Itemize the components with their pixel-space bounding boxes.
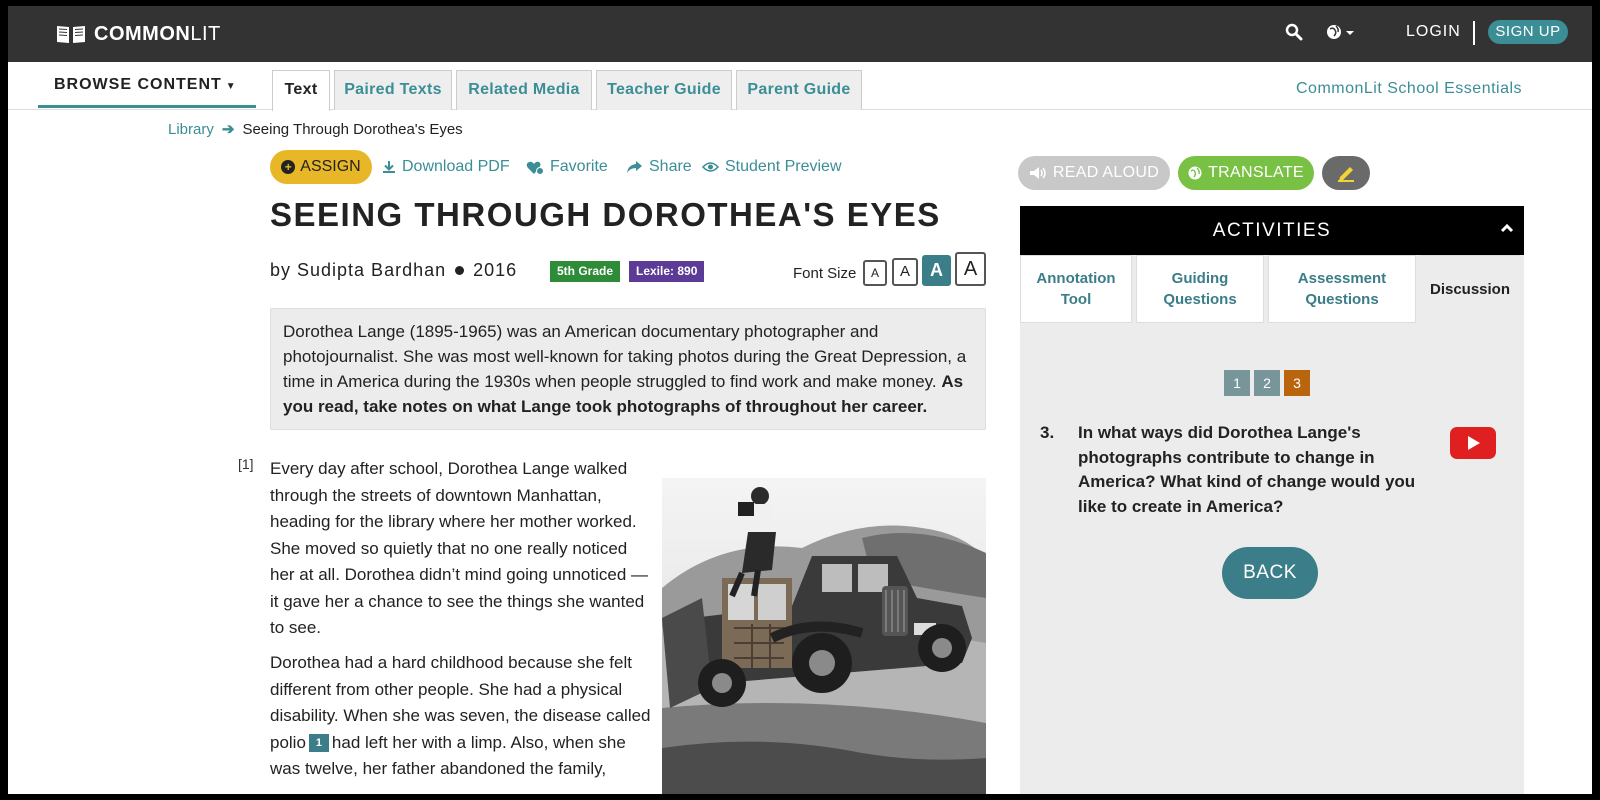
tab-teacher-guide[interactable]: Teacher Guide xyxy=(596,70,732,110)
tab-parent-guide[interactable]: Parent Guide xyxy=(736,70,862,110)
tab-text[interactable]: Text xyxy=(272,70,330,111)
grade-badge: 5th Grade xyxy=(550,261,621,282)
discussion-question: In what ways did Dorothea Lange's photog… xyxy=(1078,423,1416,516)
footnote-marker[interactable]: 1 xyxy=(308,734,329,753)
share-icon xyxy=(627,161,642,173)
student-preview-label: Student Preview xyxy=(725,158,842,175)
tab-assessment-questions[interactable]: Assessment Questions xyxy=(1268,255,1416,323)
student-preview-link[interactable]: Student Preview xyxy=(702,158,842,176)
dorothea-lange-car-photo xyxy=(662,478,986,794)
globe-language-icon[interactable] xyxy=(1326,23,1356,41)
question-number: 3. xyxy=(1040,423,1055,442)
text-title: SEEING THROUGH DOROTHEA'S EYES xyxy=(270,196,941,233)
assign-button[interactable]: + ASSIGN xyxy=(270,150,372,184)
plus-circle-icon: + xyxy=(281,160,296,174)
commonlit-logo[interactable]: COMMON LIT xyxy=(56,20,221,48)
logo-text-bold: COMMON xyxy=(94,22,191,45)
download-icon xyxy=(383,161,395,173)
font-size-xsmall-button[interactable]: A xyxy=(863,260,887,286)
page-3-button[interactable]: 3 xyxy=(1284,370,1310,396)
font-size-small-button[interactable]: A xyxy=(892,258,918,286)
paragraph-2: Dorothea had a hard childhood because sh… xyxy=(270,650,654,783)
breadcrumb: Library ➔ Seeing Through Dorothea's Eyes xyxy=(168,120,463,139)
favorite-label: Favorite xyxy=(550,158,608,175)
activities-header[interactable]: ACTIVITIES xyxy=(1020,206,1524,255)
page-frame: COMMON LIT LOGIN SIGN UP BROWSE CONTENT ▼ … xyxy=(8,6,1592,794)
tab-guiding-questions[interactable]: Guiding Questions xyxy=(1136,255,1264,323)
logo-text-light: LIT xyxy=(190,22,221,45)
publication-year: 2016 xyxy=(473,260,518,280)
intro-box: Dorothea Lange (1895-1965) was an Americ… xyxy=(270,308,986,430)
speaker-icon xyxy=(1029,167,1046,179)
download-pdf-link[interactable]: Download PDF xyxy=(382,158,510,176)
activities-panel: Annotation Tool Guiding Questions Assess… xyxy=(1020,255,1524,794)
search-icon[interactable] xyxy=(1285,23,1303,41)
favorite-icon xyxy=(526,161,544,175)
school-essentials-link[interactable]: CommonLit School Essentials xyxy=(1296,80,1522,98)
arrow-right-icon: ➔ xyxy=(221,121,235,138)
author: by Sudipta Bardhan xyxy=(270,260,447,280)
font-size-medium-button[interactable]: A xyxy=(922,255,951,286)
page-2-button[interactable]: 2 xyxy=(1254,370,1280,396)
top-bar: COMMON LIT LOGIN SIGN UP xyxy=(8,6,1592,62)
browse-content-menu[interactable]: BROWSE CONTENT ▼ xyxy=(38,62,256,108)
translate-label: TRANSLATE xyxy=(1208,164,1304,181)
read-aloud-label: READ ALOUD xyxy=(1052,164,1160,181)
back-button[interactable]: BACK xyxy=(1222,547,1318,599)
intro-text: Dorothea Lange (1895-1965) was an Americ… xyxy=(283,322,967,391)
translate-button[interactable]: TRANSLATE xyxy=(1178,156,1314,190)
browse-content-label: BROWSE CONTENT xyxy=(54,76,222,93)
paragraph-number: [1] xyxy=(238,456,254,472)
separator-dot xyxy=(455,266,465,275)
read-aloud-button[interactable]: READ ALOUD xyxy=(1018,156,1170,190)
youtube-play-button[interactable] xyxy=(1450,427,1496,459)
eye-icon xyxy=(702,162,719,172)
tab-paired-texts[interactable]: Paired Texts xyxy=(334,70,452,110)
font-size-large-button[interactable]: A xyxy=(955,252,986,286)
tab-discussion[interactable]: Discussion xyxy=(1420,255,1520,323)
page-1-button[interactable]: 1 xyxy=(1224,370,1250,396)
globe-icon xyxy=(1188,166,1202,180)
highlighter-pen-icon xyxy=(1338,167,1354,182)
activities-title: ACTIVITIES xyxy=(1212,220,1332,241)
download-pdf-label: Download PDF xyxy=(402,158,510,175)
content-nav: BROWSE CONTENT ▼ Text Paired Texts Relate… xyxy=(8,62,1592,111)
font-size-label: Font Size xyxy=(793,265,857,282)
header-divider xyxy=(1473,21,1475,45)
play-icon xyxy=(1468,436,1480,450)
login-link[interactable]: LOGIN xyxy=(1406,23,1461,41)
byline: by Sudipta Bardhan 2016 xyxy=(270,260,517,281)
share-label: Share xyxy=(649,158,692,175)
share-link[interactable]: Share xyxy=(626,158,692,176)
lexile-badge: Lexile: 890 xyxy=(629,261,705,282)
highlight-pen-button[interactable] xyxy=(1322,156,1370,190)
book-icon xyxy=(57,26,85,43)
chevron-up-icon[interactable] xyxy=(1500,223,1514,233)
tab-annotation-tool[interactable]: Annotation Tool xyxy=(1020,255,1132,323)
breadcrumb-library-link[interactable]: Library xyxy=(168,121,214,138)
signup-button[interactable]: SIGN UP xyxy=(1488,20,1568,44)
tab-related-media[interactable]: Related Media xyxy=(456,70,592,110)
breadcrumb-current: Seeing Through Dorothea's Eyes xyxy=(242,120,463,138)
paragraph-1: Every day after school, Dorothea Lange w… xyxy=(270,459,649,637)
caret-down-icon: ▼ xyxy=(225,81,237,92)
assign-label: ASSIGN xyxy=(300,158,361,175)
favorite-link[interactable]: Favorite xyxy=(526,158,608,176)
